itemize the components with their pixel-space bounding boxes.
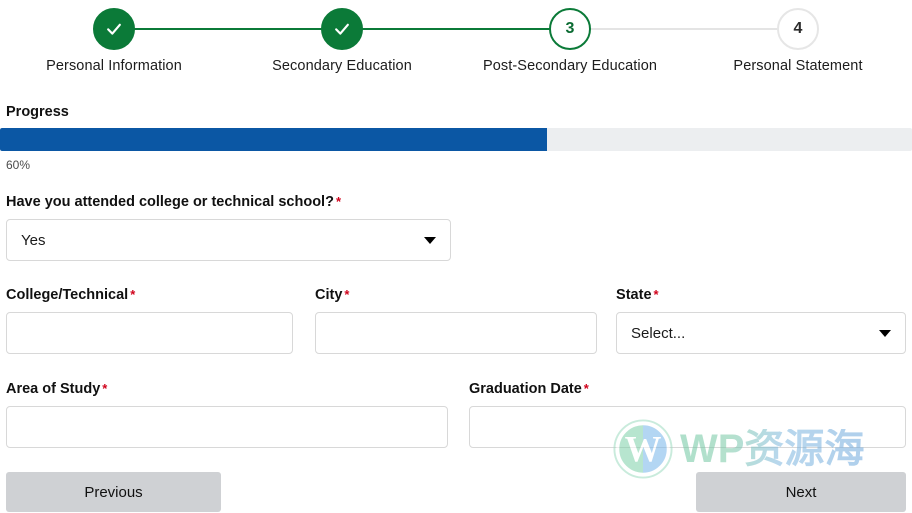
state-field-group: State * Select... (616, 287, 906, 354)
city-label-text: City (314, 287, 343, 303)
required-asterisk: * (130, 287, 136, 302)
attended-question-label-text: Have you attended college or technical s… (6, 194, 334, 210)
required-asterisk: * (653, 287, 659, 302)
chevron-down-icon (424, 237, 436, 244)
area-of-study-field-group: Area of Study * (6, 381, 448, 448)
state-select-value: Select... (631, 324, 686, 342)
city-label: City * (315, 287, 597, 303)
attended-question-value: Yes (21, 231, 46, 249)
graduation-date-label-text: Graduation Date (468, 381, 582, 397)
chevron-down-icon (879, 330, 891, 337)
step-1-label: Personal Information (46, 58, 182, 74)
area-of-study-label: Area of Study * (6, 381, 448, 397)
area-of-study-input[interactable] (6, 406, 448, 448)
progress-title: Progress (6, 104, 69, 120)
required-asterisk: * (102, 381, 108, 396)
state-label-text: State (616, 287, 652, 303)
step-3-number: 3 (565, 20, 575, 37)
step-3-label: Post-Secondary Education (482, 58, 658, 74)
college-field-group: College/Technical * (6, 287, 293, 354)
stepper-track: 3 4 (0, 7, 912, 51)
step-1-personal-information[interactable] (0, 7, 342, 51)
progress-stepper: 3 4 Personal Information Secondary Educa… (0, 0, 912, 86)
required-asterisk: * (583, 381, 589, 396)
attended-question-group: Have you attended college or technical s… (6, 194, 451, 261)
check-icon (107, 23, 121, 35)
graduation-date-label: Graduation Date * (469, 381, 906, 397)
city-field-group: City * (314, 287, 598, 354)
attended-question-label: Have you attended college or technical s… (6, 194, 451, 210)
progress-percent-label: 60% (6, 158, 31, 172)
college-label-text: College/Technical (6, 287, 129, 303)
step-4-number: 4 (793, 20, 803, 37)
step-3-post-secondary-education[interactable]: 3 (456, 7, 798, 51)
education-form: Have you attended college or technical s… (0, 194, 912, 448)
form-navigation: Previous Next (0, 472, 912, 512)
school-location-row: College/Technical * City * State * Select..… (6, 287, 906, 354)
required-asterisk: * (344, 287, 350, 302)
state-label: State * (616, 287, 906, 303)
next-button[interactable]: Next (696, 472, 906, 512)
college-input[interactable] (6, 312, 293, 354)
previous-button[interactable]: Previous (6, 472, 221, 512)
stepper-labels: Personal Information Secondary Education… (0, 58, 912, 74)
step-4-circle[interactable]: 4 (777, 8, 819, 50)
step-2-circle[interactable] (321, 8, 363, 50)
college-label: College/Technical * (6, 287, 293, 303)
city-input[interactable] (314, 312, 598, 354)
check-icon (335, 23, 349, 35)
step-2-label: Secondary Education (272, 58, 412, 74)
state-select[interactable]: Select... (616, 312, 906, 354)
attended-question-select[interactable]: Yes (6, 219, 451, 261)
area-of-study-label-text: Area of Study (6, 381, 101, 397)
study-graduation-row: Area of Study * Graduation Date * (6, 381, 906, 448)
step-2-secondary-education[interactable] (228, 7, 570, 51)
progress-bar-fill (0, 128, 548, 151)
step-1-circle[interactable] (93, 8, 135, 50)
step-3-circle[interactable]: 3 (549, 8, 591, 50)
required-asterisk: * (335, 194, 342, 209)
graduation-date-input[interactable] (468, 406, 906, 448)
progress-bar-track (0, 128, 912, 151)
step-4-label: Personal Statement (733, 58, 863, 74)
graduation-date-field-group: Graduation Date * (468, 381, 906, 448)
step-4-personal-statement[interactable]: 4 (684, 7, 912, 51)
progress-section: Progress 60% (0, 104, 912, 172)
